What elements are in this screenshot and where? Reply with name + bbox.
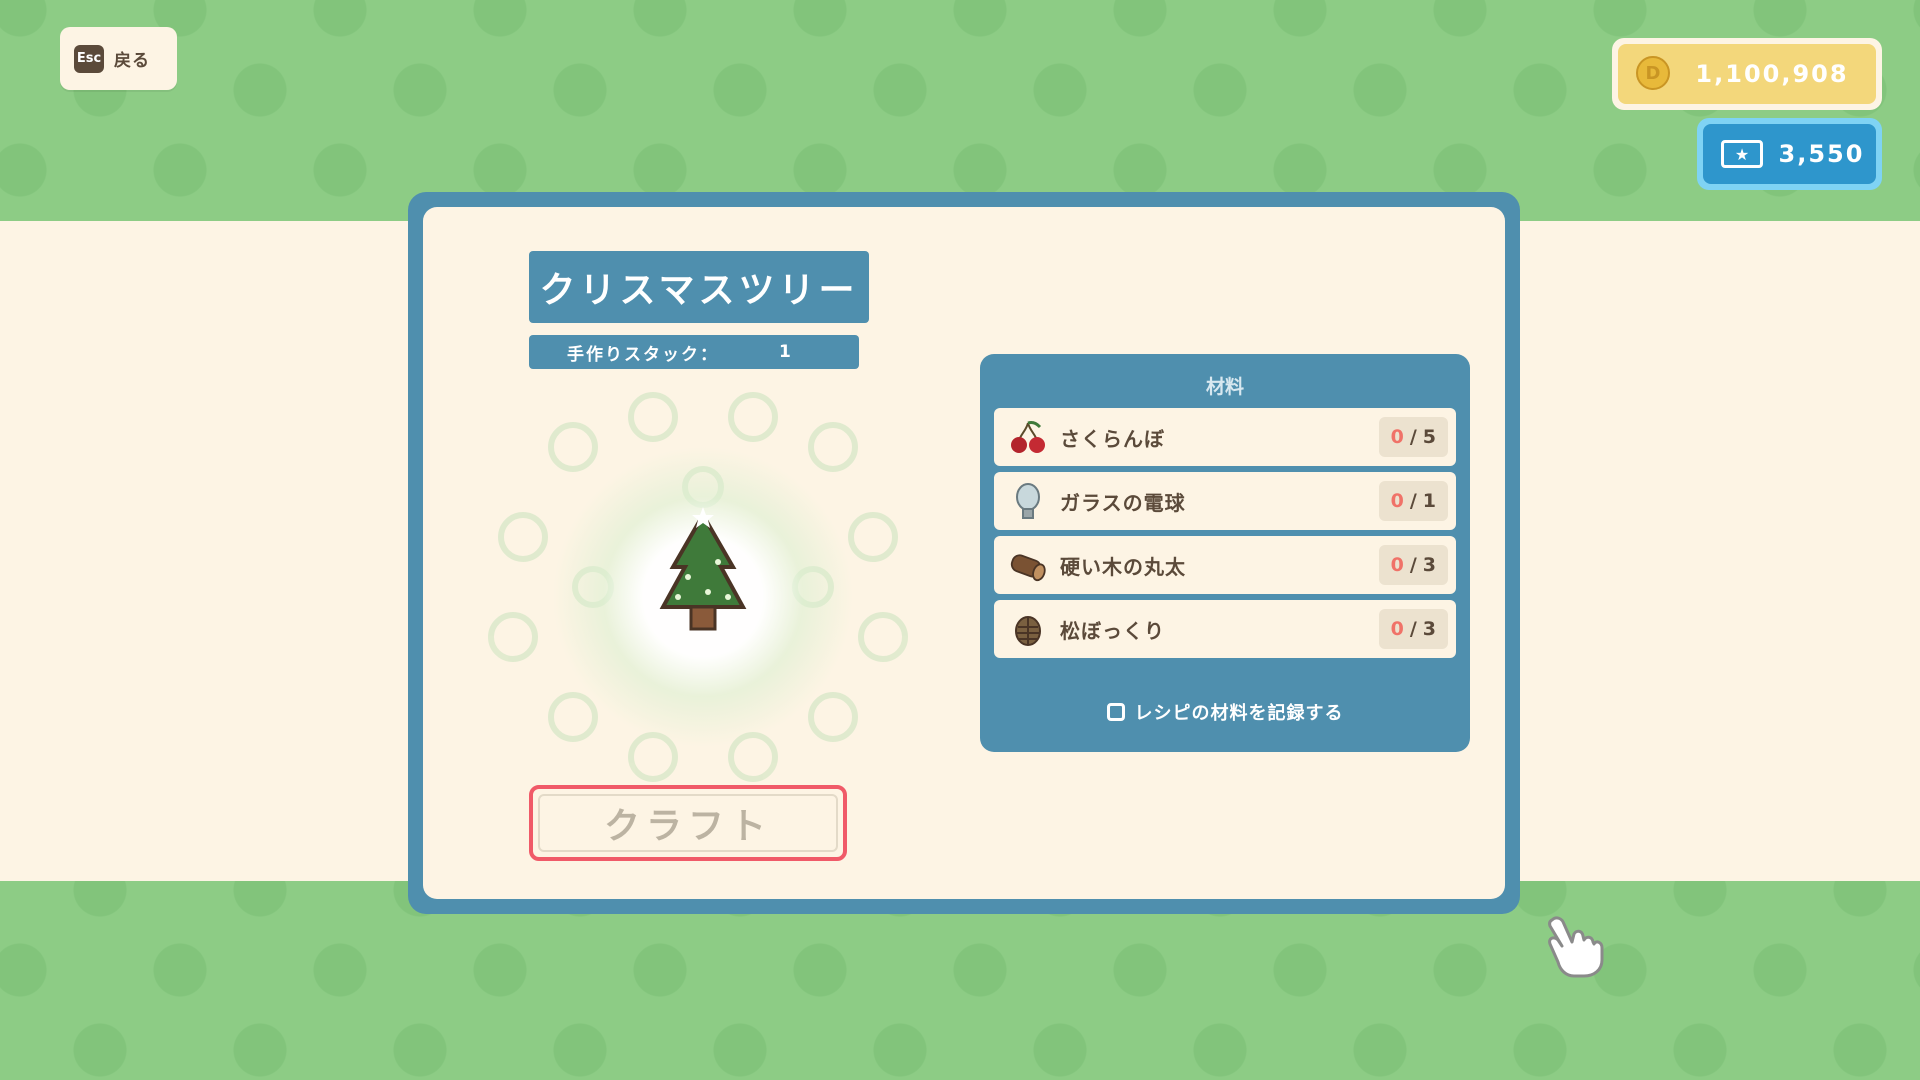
material-count: 0/3 (1378, 609, 1448, 649)
material-name: 松ぼっくり (1060, 618, 1165, 643)
material-count: 0/3 (1378, 545, 1448, 585)
back-label: 戻る (114, 51, 150, 71)
recipe-title-box: クリスマスツリー (529, 251, 869, 323)
material-row-glass-bulb: ガラスの電球 0/1 (994, 472, 1456, 530)
craft-dialog: クリスマスツリー 手作りスタック： 1 クラフト 材料 さくらんぼ 0 / 5 … (408, 192, 1520, 914)
materials-panel: 材料 さくらんぼ 0/5 ガラスの電球 0 / 1 硬い木の丸太 0 / 3 松… (980, 354, 1470, 752)
pinecone-icon (1008, 609, 1048, 649)
back-button[interactable]: Esc 戻る (60, 27, 177, 90)
log-icon (1008, 545, 1048, 585)
coin-icon: D (1636, 56, 1670, 90)
material-row-hardwood-log: 硬い木の丸太 0/3 (994, 536, 1456, 594)
craft-stack-label: 手作りスタック： (567, 344, 719, 365)
craft-stack-value: 1 (779, 342, 791, 362)
hand-cursor-icon (1548, 916, 1604, 978)
record-label: レシピの材料を記録する (1134, 703, 1344, 724)
recipe-title: クリスマスツリー (539, 270, 859, 311)
material-count: 0/5 (1378, 417, 1448, 457)
christmas-tree-icon (659, 507, 747, 631)
material-name: ガラスの電球 (1060, 490, 1186, 515)
record-checkbox[interactable] (1106, 703, 1125, 721)
material-count: 0/1 (1378, 481, 1448, 521)
craft-stack-box: 手作りスタック： 1 (529, 335, 859, 369)
material-row-cherry: さくらんぼ 0/5 (994, 408, 1456, 466)
coin-counter: D 1,100,908 (1612, 38, 1882, 110)
glass-bulb-icon (1008, 481, 1048, 521)
ticket-icon: ★ (1721, 140, 1763, 168)
craft-button[interactable]: クラフト (529, 785, 847, 861)
record-materials-toggle[interactable]: レシピの材料を記録する (980, 699, 1470, 725)
item-preview (453, 387, 933, 787)
materials-header: 材料 (1205, 376, 1244, 398)
craft-button-label: クラフト (603, 806, 772, 847)
material-name: さくらんぼ (1060, 426, 1165, 451)
craft-dialog-body: クリスマスツリー 手作りスタック： 1 クラフト 材料 さくらんぼ 0 / 5 … (423, 207, 1505, 899)
material-name: 硬い木の丸太 (1060, 554, 1186, 579)
cherry-icon (1008, 417, 1048, 457)
ticket-counter: ★ 3,550 (1697, 118, 1882, 190)
material-row-pinecone: 松ぼっくり 0/3 (994, 600, 1456, 658)
esc-key-icon: Esc (74, 44, 104, 73)
